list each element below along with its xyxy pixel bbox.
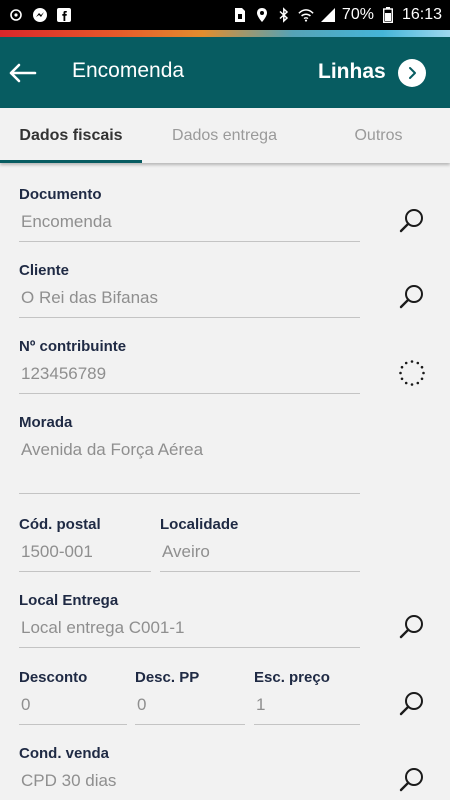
esc-preco-search-icon[interactable] xyxy=(398,690,426,718)
wifi-icon xyxy=(298,7,314,23)
desc-pp-label: Desc. PP xyxy=(135,669,200,686)
localidade-field[interactable]: Aveiro xyxy=(162,542,210,562)
cond-venda-field[interactable]: CPD 30 dias xyxy=(21,771,116,791)
location-icon xyxy=(254,7,270,23)
cliente-field[interactable]: O Rei das Bifanas xyxy=(21,288,158,308)
back-arrow-icon xyxy=(9,63,37,83)
desc-pp-field[interactable]: 0 xyxy=(137,695,146,715)
battery-icon xyxy=(380,7,396,23)
chevron-right-icon xyxy=(409,67,416,79)
messenger-icon xyxy=(32,7,48,23)
cliente-search-icon[interactable] xyxy=(398,283,426,311)
documento-search-icon[interactable] xyxy=(398,207,426,235)
contribuinte-field[interactable]: 123456789 xyxy=(21,364,106,384)
cod-postal-underline xyxy=(19,571,151,572)
bluetooth-icon xyxy=(276,7,292,23)
sync-icon xyxy=(8,7,24,23)
esc-preco-label: Esc. preço xyxy=(254,669,330,686)
documento-field[interactable]: Encomenda xyxy=(21,212,112,232)
tab-outros[interactable]: Outros xyxy=(307,108,450,163)
morada-field[interactable]: Avenida da Força Aérea xyxy=(21,440,203,460)
local-entrega-field[interactable]: Local entrega C001-1 xyxy=(21,618,185,638)
documento-underline xyxy=(19,241,360,242)
morada-label: Morada xyxy=(19,414,73,431)
signal-icon xyxy=(320,7,336,23)
contribuinte-label: Nº contribuinte xyxy=(19,338,127,355)
linhas-button[interactable]: Linhas xyxy=(318,60,386,84)
morada-underline xyxy=(19,493,360,494)
desconto-underline xyxy=(19,724,127,725)
cond-venda-label: Cond. venda xyxy=(19,745,110,762)
status-bar: 70% 16:13 xyxy=(0,0,450,30)
battery-percentage: 70% xyxy=(341,6,374,23)
loading-spinner-icon xyxy=(399,360,425,386)
clock: 16:13 xyxy=(401,6,442,23)
next-button[interactable] xyxy=(398,59,426,87)
desconto-label: Desconto xyxy=(19,669,88,686)
esc-preco-field[interactable]: 1 xyxy=(256,695,265,715)
contribuinte-underline xyxy=(19,393,360,394)
tab-bar: Dados fiscais Dados entrega Outros xyxy=(0,108,450,163)
desc-pp-underline xyxy=(135,724,245,725)
tab-dados-entrega[interactable]: Dados entrega xyxy=(142,108,307,163)
page-title: Encomenda xyxy=(72,59,185,82)
cliente-underline xyxy=(19,317,360,318)
documento-label: Documento xyxy=(19,186,102,203)
cod-postal-field[interactable]: 1500-001 xyxy=(21,542,93,562)
cod-postal-label: Cód. postal xyxy=(19,516,101,533)
desconto-field[interactable]: 0 xyxy=(21,695,30,715)
app-bar: Encomenda Linhas xyxy=(0,37,450,108)
localidade-underline xyxy=(160,571,360,572)
back-button[interactable] xyxy=(4,55,40,91)
local-entrega-underline xyxy=(19,647,360,648)
status-accent-bar xyxy=(0,30,450,37)
sim-icon xyxy=(232,7,248,23)
esc-preco-underline xyxy=(254,724,360,725)
local-entrega-search-icon[interactable] xyxy=(398,613,426,641)
localidade-label: Localidade xyxy=(160,516,239,533)
facebook-icon xyxy=(56,7,72,23)
cond-venda-search-icon[interactable] xyxy=(398,766,426,794)
cliente-label: Cliente xyxy=(19,262,70,279)
tab-dados-fiscais[interactable]: Dados fiscais xyxy=(0,108,142,163)
local-entrega-label: Local Entrega xyxy=(19,592,119,609)
